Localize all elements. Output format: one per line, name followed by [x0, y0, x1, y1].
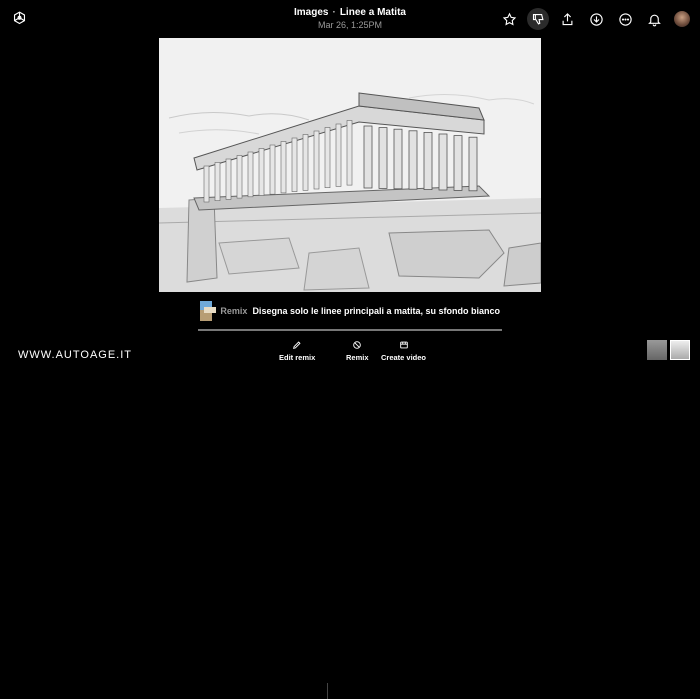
edit-remix-button[interactable]: Edit remix — [279, 340, 315, 362]
progress-track — [198, 329, 502, 331]
column — [335, 123, 342, 187]
column — [438, 133, 448, 191]
action-divider — [327, 683, 328, 699]
share-button[interactable] — [556, 8, 578, 30]
thumbs-down-button[interactable] — [527, 8, 549, 30]
remix-icon — [353, 341, 362, 349]
thumbs-down-icon — [532, 13, 544, 25]
generated-image[interactable] — [159, 38, 541, 292]
column — [214, 162, 221, 202]
column — [453, 135, 463, 191]
column — [203, 165, 210, 203]
remix-button[interactable]: Remix — [346, 340, 369, 362]
star-icon — [502, 12, 516, 25]
column — [258, 148, 265, 196]
column — [423, 132, 433, 191]
column — [236, 155, 243, 199]
variant-thumbnail-2[interactable] — [670, 340, 690, 360]
column — [378, 127, 388, 189]
create-video-button[interactable]: Create video — [381, 340, 426, 362]
top-bar: Images · Linee a Matita Mar 26, 1:25PM — [0, 0, 700, 38]
column — [269, 144, 276, 195]
share-icon — [562, 12, 572, 25]
top-toolbar — [491, 8, 690, 30]
column — [291, 137, 298, 192]
more-button[interactable] — [614, 8, 636, 30]
avatar[interactable] — [674, 11, 690, 27]
pencil-icon — [293, 341, 301, 349]
column — [408, 130, 418, 190]
edit-remix-label: Edit remix — [279, 353, 316, 362]
app-name: Images — [294, 7, 329, 18]
image-title: Linee a Matita — [339, 7, 406, 18]
remix-prompt-bar[interactable]: Remix Disegna solo le linee principali a… — [200, 301, 500, 321]
video-icon — [399, 341, 408, 349]
variant-thumbnail-1[interactable] — [647, 340, 667, 360]
more-icon — [618, 12, 632, 26]
column — [393, 128, 403, 190]
action-bar: Edit remix Remix Create video — [0, 340, 700, 699]
column — [363, 125, 373, 189]
column — [302, 134, 309, 191]
download-button[interactable] — [585, 8, 607, 30]
variant-thumbnails — [644, 340, 690, 360]
star-button[interactable] — [498, 8, 520, 30]
remix-prompt-text: Disegna solo le linee principali a matit… — [252, 306, 500, 316]
column — [468, 136, 478, 192]
column — [225, 158, 232, 200]
progress-fill — [198, 329, 502, 331]
bell-icon — [647, 14, 661, 26]
column — [346, 120, 353, 186]
column — [280, 141, 287, 194]
source-thumbnail[interactable] — [200, 301, 217, 321]
parthenon-sketch — [159, 38, 541, 292]
remix-button-label: Remix — [346, 353, 369, 362]
remix-label: Remix — [220, 306, 248, 316]
column — [324, 127, 331, 189]
column — [247, 151, 254, 198]
column — [313, 130, 320, 190]
download-icon — [589, 12, 603, 26]
title-separator: · — [332, 7, 336, 18]
create-video-label: Create video — [381, 353, 427, 362]
notifications-button[interactable] — [643, 8, 665, 30]
